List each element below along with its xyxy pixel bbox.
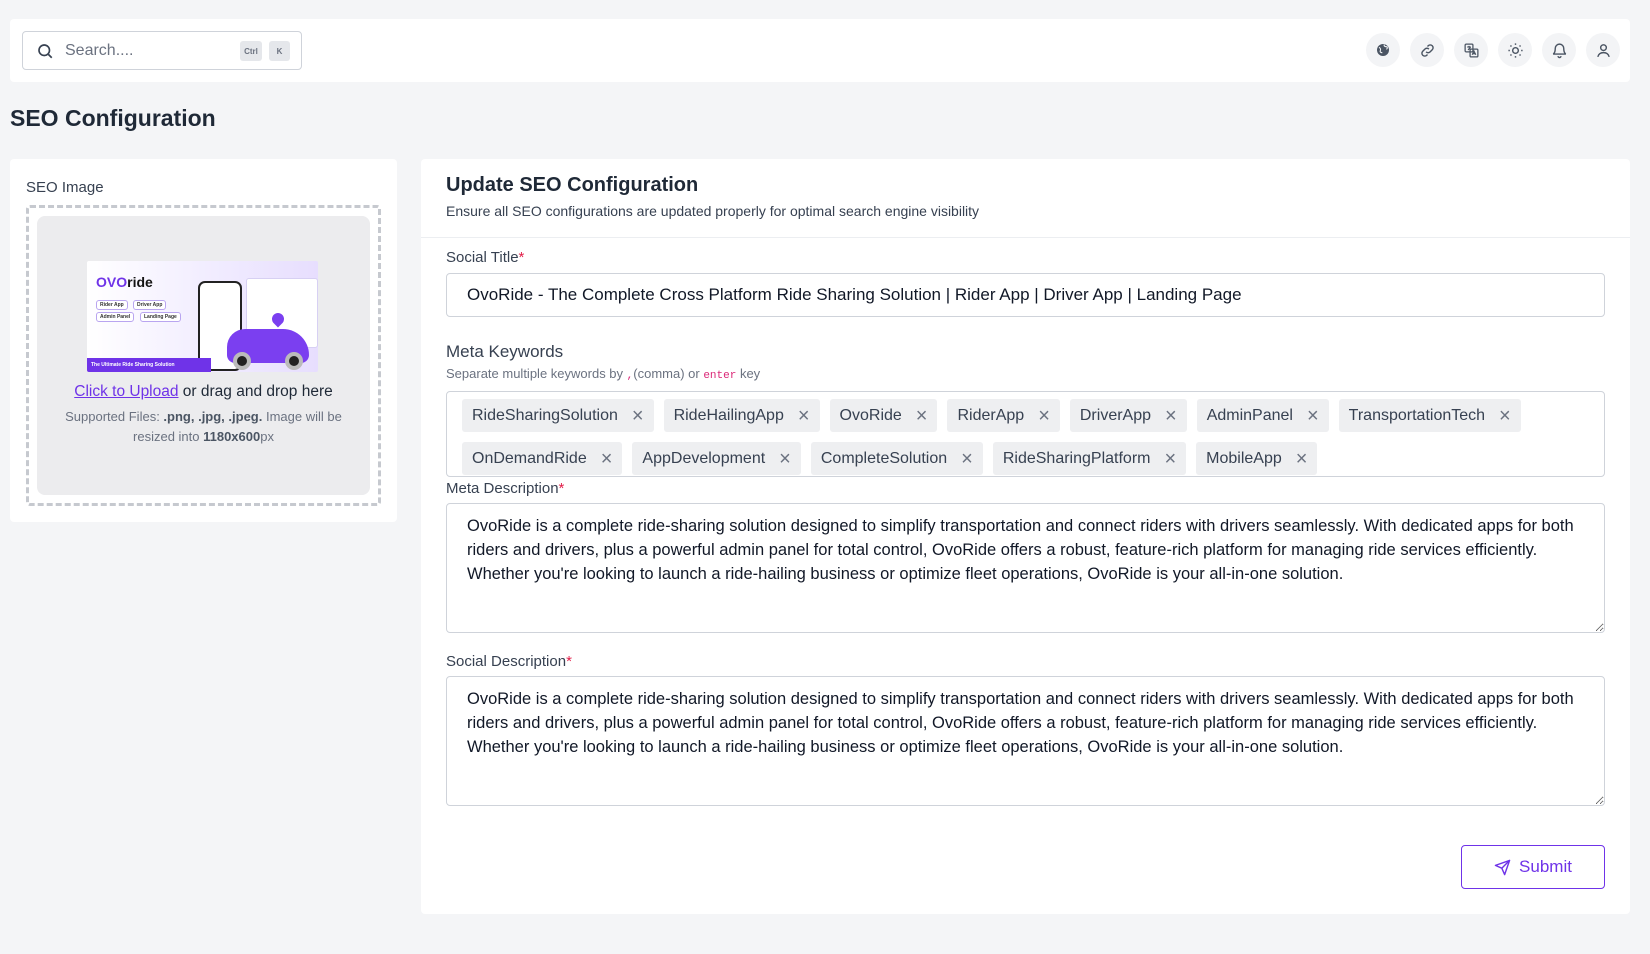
keyword-chip-label: RideSharingPlatform	[1002, 449, 1151, 467]
remove-keyword-icon[interactable]: ×	[632, 406, 644, 426]
hint-prefix: Supported Files:	[65, 409, 164, 424]
preview-brand: OVOride	[96, 274, 153, 290]
keyword-chip-label: OnDemandRide	[472, 449, 587, 467]
bell-icon[interactable]	[1542, 33, 1576, 67]
preview-pill: Rider App	[96, 300, 128, 310]
preview-tagline: The Ultimate Ride Sharing Solution	[87, 358, 211, 372]
keyword-chip: DriverApp ×	[1069, 399, 1187, 432]
search-box[interactable]: Ctrl K	[22, 31, 302, 70]
keyword-chip-label: RiderApp	[957, 406, 1025, 424]
wheel-graphic	[285, 352, 303, 370]
preview-brand-prefix: OVO	[96, 274, 128, 290]
remove-keyword-icon[interactable]: ×	[1296, 449, 1308, 469]
kbd-ctrl: Ctrl	[240, 41, 262, 61]
remove-keyword-icon[interactable]: ×	[779, 449, 791, 469]
social-description-label: Social Description*	[446, 653, 572, 670]
form-subtitle: Ensure all SEO configurations are update…	[446, 203, 980, 219]
required-marker: *	[566, 653, 572, 670]
remove-keyword-icon[interactable]: ×	[1165, 406, 1177, 426]
social-description-textarea[interactable]: OvoRide is a complete ride-sharing solut…	[446, 676, 1605, 806]
user-icon[interactable]	[1586, 33, 1620, 67]
required-marker: *	[518, 249, 525, 266]
meta-keywords-hint: Separate multiple keywords by ,(comma) o…	[446, 366, 760, 382]
preview-brand-suffix: ride	[127, 274, 153, 290]
seo-image-label: SEO Image	[26, 179, 104, 196]
upload-text: or drag and drop here	[178, 383, 333, 400]
upload-hint: Supported Files: .png, .jpg, .jpeg. Imag…	[55, 407, 352, 447]
meta-keywords-input[interactable]: RideSharingSolution × RideHailingApp × OvoRi…	[446, 391, 1605, 477]
keyword-chip-label: RideHailingApp	[673, 406, 784, 424]
preview-pill: Driver App	[133, 300, 167, 310]
top-bar: Ctrl K	[10, 19, 1630, 82]
seo-form-card: Update SEO Configuration Ensure all SEO …	[421, 159, 1630, 914]
preview-pill: Landing Page	[140, 312, 181, 322]
upload-instructions: Click to Upload or drag and drop here	[37, 383, 370, 401]
keyword-chip-label: CompleteSolution	[820, 449, 948, 467]
keyword-chip: AdminPanel ×	[1196, 399, 1329, 432]
wheel-graphic	[233, 352, 251, 370]
search-input[interactable]	[65, 41, 225, 60]
remove-keyword-icon[interactable]: ×	[1164, 449, 1176, 469]
keyword-chip: MobileApp ×	[1196, 442, 1318, 475]
kbd-k: K	[269, 41, 290, 61]
remove-keyword-icon[interactable]: ×	[961, 449, 973, 469]
hint-mid: (comma) or	[633, 366, 704, 381]
keyword-chip: RideHailingApp ×	[663, 399, 820, 432]
social-title-label: Social Title*	[446, 249, 524, 266]
remove-keyword-icon[interactable]: ×	[1499, 406, 1511, 426]
hint-enter: enter	[703, 370, 737, 382]
hint-size: 1180x600	[203, 429, 261, 444]
link-icon[interactable]	[1410, 33, 1444, 67]
remove-keyword-icon[interactable]: ×	[798, 406, 810, 426]
hint-types: .png, .jpg, .jpeg.	[163, 409, 263, 424]
hint-unit: px	[260, 429, 274, 444]
remove-keyword-icon[interactable]: ×	[601, 449, 613, 469]
meta-description-textarea[interactable]: OvoRide is a complete ride-sharing solut…	[446, 503, 1605, 633]
keyword-chip-label: OvoRide	[839, 406, 902, 424]
meta-description-label-text: Meta Description	[446, 480, 559, 497]
social-title-input[interactable]	[446, 273, 1605, 317]
seo-image-card: SEO Image OVOride Rider App Driver App A…	[10, 159, 397, 522]
image-dropzone[interactable]: OVOride Rider App Driver App Admin Panel…	[26, 205, 381, 506]
hint-prefix: Separate multiple keywords by	[446, 366, 627, 381]
seo-image-preview: OVOride Rider App Driver App Admin Panel…	[87, 261, 318, 372]
remove-keyword-icon[interactable]: ×	[1038, 406, 1050, 426]
social-description-label-text: Social Description	[446, 653, 567, 670]
submit-label: Submit	[1519, 857, 1572, 876]
send-icon	[1494, 859, 1511, 875]
form-title: Update SEO Configuration	[446, 174, 699, 196]
keyword-chip-label: MobileApp	[1206, 449, 1282, 467]
search-icon	[35, 41, 55, 61]
keyword-chip-label: AdminPanel	[1206, 406, 1293, 424]
keyword-chip: OvoRide ×	[829, 399, 938, 432]
keyword-chip: RideSharingSolution ×	[462, 399, 654, 432]
meta-keywords-label: Meta Keywords	[446, 342, 564, 361]
remove-keyword-icon[interactable]: ×	[1307, 406, 1319, 426]
keyword-chip: OnDemandRide ×	[462, 442, 623, 475]
keyword-chip: CompleteSolution ×	[810, 442, 983, 475]
remove-keyword-icon[interactable]: ×	[916, 406, 928, 426]
hint-suffix: key	[736, 366, 761, 381]
keyword-chip: RiderApp ×	[947, 399, 1060, 432]
keyword-chip: RideSharingPlatform ×	[992, 442, 1187, 475]
keyword-chip-label: RideSharingSolution	[472, 406, 618, 424]
submit-button[interactable]: Submit	[1461, 845, 1605, 889]
required-marker: *	[558, 480, 565, 497]
header-actions	[1366, 33, 1620, 67]
keyword-chip-label: TransportationTech	[1348, 406, 1486, 424]
keyword-chip-label: AppDevelopment	[642, 449, 766, 467]
keyword-chip: TransportationTech ×	[1338, 399, 1521, 432]
sun-icon[interactable]	[1498, 33, 1532, 67]
globe-icon[interactable]	[1366, 33, 1400, 67]
social-title-label-text: Social Title	[446, 249, 519, 266]
page-title: SEO Configuration	[10, 105, 216, 131]
dropzone-area[interactable]: OVOride Rider App Driver App Admin Panel…	[37, 216, 370, 495]
click-to-upload-link[interactable]: Click to Upload	[74, 383, 178, 400]
form-header: Update SEO Configuration Ensure all SEO …	[421, 159, 1630, 238]
translate-icon[interactable]	[1454, 33, 1488, 67]
preview-pill: Admin Panel	[96, 312, 135, 322]
meta-description-label: Meta Description*	[446, 480, 564, 497]
keyword-chip-label: DriverApp	[1079, 406, 1152, 424]
keyword-chip: AppDevelopment ×	[632, 442, 801, 475]
